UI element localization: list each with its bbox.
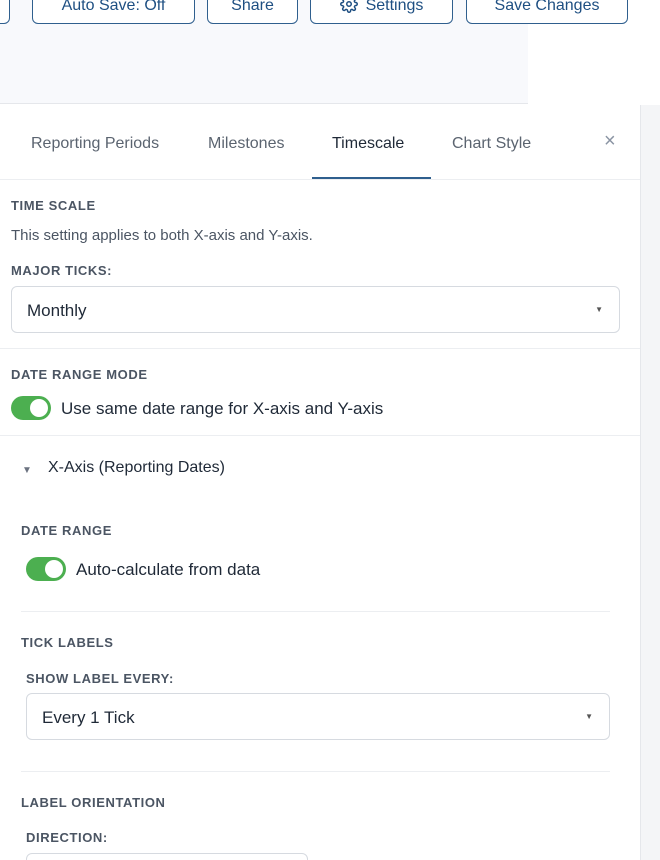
major-ticks-label: MAJOR TICKS:: [11, 263, 113, 278]
auto-calculate-label: Auto-calculate from data: [76, 560, 261, 579]
share-button[interactable]: Share: [207, 0, 298, 24]
autosave-button[interactable]: Auto Save: Off: [32, 0, 195, 24]
toolbar-button-partial[interactable]: [0, 0, 10, 24]
section-divider: [21, 771, 610, 772]
panel-scrollbar[interactable]: [640, 105, 660, 860]
major-ticks-select[interactable]: Monthly ▼: [11, 286, 620, 333]
x-axis-section-title[interactable]: X-Axis (Reporting Dates): [48, 459, 225, 477]
show-label-every-select[interactable]: Every 1 Tick ▼: [26, 693, 610, 740]
tab-reporting-periods[interactable]: Reporting Periods: [31, 135, 159, 153]
top-toolbar: Auto Save: Off Share Settings Save Chang…: [0, 0, 660, 104]
same-date-range-label: Use same date range for X-axis and Y-axi…: [61, 399, 384, 418]
section-divider: [0, 348, 640, 349]
same-date-range-toggle[interactable]: [11, 396, 51, 420]
time-scale-heading: TIME SCALE: [11, 198, 96, 213]
date-range-mode-heading: DATE RANGE MODE: [11, 367, 148, 382]
auto-calculate-toggle[interactable]: [26, 557, 66, 581]
settings-label: Settings: [365, 0, 424, 14]
tab-timescale[interactable]: Timescale: [332, 135, 404, 153]
active-tab-indicator: [312, 177, 431, 179]
timescale-settings-panel: Reporting Periods Milestones Timescale C…: [0, 105, 640, 860]
chevron-down-icon: ▼: [585, 712, 593, 721]
settings-button[interactable]: Settings: [310, 0, 453, 24]
panel-tabs: Reporting Periods Milestones Timescale C…: [0, 105, 640, 180]
chevron-down-icon: ▼: [595, 305, 603, 314]
save-changes-label: Save Changes: [494, 0, 600, 14]
direction-select[interactable]: [26, 853, 308, 860]
section-divider: [21, 611, 610, 612]
major-ticks-value: Monthly: [27, 301, 87, 320]
direction-label: DIRECTION:: [26, 830, 108, 845]
label-orientation-heading: LABEL ORIENTATION: [21, 795, 166, 810]
share-label: Share: [231, 0, 274, 14]
toggle-knob: [30, 399, 48, 417]
expand-caret-icon[interactable]: ▼: [22, 465, 32, 476]
tab-chart-style[interactable]: Chart Style: [452, 135, 531, 153]
close-icon[interactable]: ×: [604, 131, 616, 151]
tab-milestones[interactable]: Milestones: [208, 135, 284, 153]
toggle-knob: [45, 560, 63, 578]
tick-labels-heading: TICK LABELS: [21, 635, 114, 650]
date-range-heading: DATE RANGE: [21, 523, 112, 538]
save-changes-button[interactable]: Save Changes: [466, 0, 628, 24]
show-label-every-value: Every 1 Tick: [42, 708, 135, 727]
time-scale-help-text: This setting applies to both X-axis and …: [11, 227, 313, 244]
section-divider: [0, 435, 640, 436]
autosave-label: Auto Save: Off: [61, 0, 166, 14]
gear-icon: [339, 0, 358, 18]
show-label-every-label: SHOW LABEL EVERY:: [26, 671, 174, 686]
